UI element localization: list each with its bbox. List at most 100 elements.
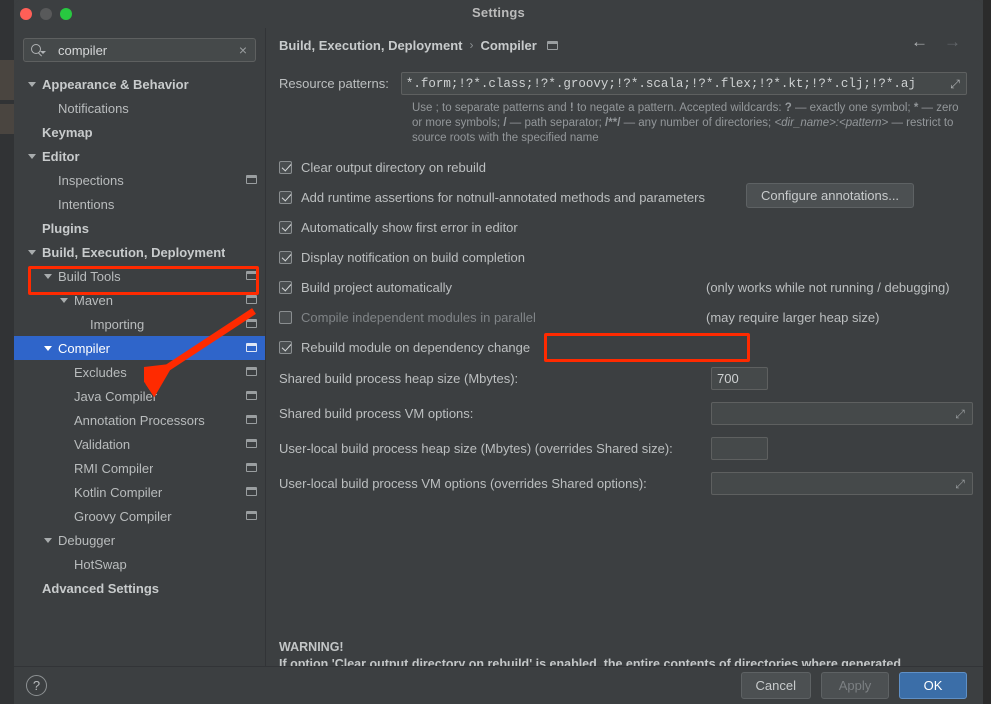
module-icon [246,295,257,304]
sidebar-item-label: Java Compiler [74,389,157,404]
field-input-user-local-build-process-vm[interactable]: ⤢ [711,472,973,495]
sidebar-item-label: Keymap [42,125,93,140]
sidebar-item-kotlin-compiler[interactable]: Kotlin Compiler [14,480,265,504]
field-label: User-local build process VM options (ove… [279,476,647,491]
chevron-down-icon[interactable] [44,346,52,351]
checkbox-row-display-notification-on-build[interactable]: Display notification on build completion [279,246,967,268]
close-icon[interactable]: × [237,43,249,57]
module-icon [246,319,257,328]
sidebar-item-notifications[interactable]: Notifications [14,96,265,120]
sidebar-item-annotation-processors[interactable]: Annotation Processors [14,408,265,432]
expand-icon[interactable]: ⤢ [953,407,967,421]
help-icon[interactable]: ? [26,675,47,696]
sidebar-item-label: Appearance & Behavior [42,77,189,92]
chevron-down-icon[interactable] [28,82,36,87]
resource-patterns-input[interactable]: *.form;!?*.class;!?*.groovy;!?*.scala;!?… [401,72,967,95]
dialog-footer: ? Cancel Apply OK [14,666,983,704]
sidebar-item-rmi-compiler[interactable]: RMI Compiler [14,456,265,480]
ok-button[interactable]: OK [899,672,967,699]
sidebar-item-validation[interactable]: Validation [14,432,265,456]
checkbox-row-clear-output-directory-on[interactable]: Clear output directory on rebuild [279,156,967,178]
checkbox-row-rebuild-module-on-dependency[interactable]: Rebuild module on dependency change [279,336,967,358]
checkbox-icon[interactable] [279,161,292,174]
settings-tree: Appearance & Behavior Notifications Keymap… [14,70,265,666]
checkbox-label: Display notification on build completion [301,250,525,265]
background-right-strip [983,0,991,704]
module-icon [246,175,257,184]
configure-annotations-button[interactable]: Configure annotations... [746,183,914,208]
field-input-shared-build-process-heap-size[interactable]: 700 [711,367,768,390]
field-input-shared-build-process-vm-options[interactable]: ⤢ [711,402,973,425]
field-value: 700 [717,371,739,386]
checkbox-icon[interactable] [279,221,292,234]
breadcrumb-separator-icon: › [469,38,473,52]
checkbox-icon[interactable] [279,341,292,354]
field-row-user-local-build-process-heap: User-local build process heap size (Mbyt… [279,436,967,461]
chevron-down-icon[interactable] [44,274,52,279]
resource-patterns-row: Resource patterns: *.form;!?*.class;!?*.… [279,72,967,95]
checkbox-icon[interactable] [279,311,292,324]
sidebar-item-java-compiler[interactable]: Java Compiler [14,384,265,408]
hint-question: ? [785,102,792,114]
sidebar-item-importing[interactable]: Importing [14,312,265,336]
sidebar-item-inspections[interactable]: Inspections [14,168,265,192]
breadcrumb-parent[interactable]: Build, Execution, Deployment [279,38,462,53]
hint-part-6: — any number of directories; [620,117,774,129]
module-icon [547,41,558,50]
sidebar-item-label: Build Tools [58,269,121,284]
expand-icon[interactable]: ⤢ [953,477,967,491]
checkbox-icon[interactable] [279,191,292,204]
field-label: Shared build process VM options: [279,406,473,421]
sidebar-item-editor[interactable]: Editor [14,144,265,168]
footer-buttons: Cancel Apply OK [741,672,967,699]
resource-patterns-label: Resource patterns: [279,76,389,91]
sidebar-item-hotswap[interactable]: HotSwap [14,552,265,576]
compiler-options-list: Clear output directory on rebuild Add run… [279,156,967,358]
warning-title: WARNING! [279,639,979,656]
forward-arrow-icon: → [944,33,961,50]
checkbox-label: Rebuild module on dependency change [301,340,530,355]
sidebar-item-build-tools[interactable]: Build Tools [14,264,265,288]
field-input-user-local-build-process-heap[interactable] [711,437,768,460]
sidebar-item-label: RMI Compiler [74,461,153,476]
search-input[interactable] [52,43,237,58]
sidebar-item-keymap[interactable]: Keymap [14,120,265,144]
sidebar-item-label: HotSwap [74,557,127,572]
sidebar-item-label: Intentions [58,197,114,212]
sidebar-item-intentions[interactable]: Intentions [14,192,265,216]
breadcrumb: Build, Execution, Deployment › Compiler … [266,28,983,62]
chevron-down-icon [40,51,46,54]
checkbox-icon[interactable] [279,281,292,294]
cancel-button[interactable]: Cancel [741,672,811,699]
background-tone-2 [0,104,14,134]
sidebar-item-plugins[interactable]: Plugins [14,216,265,240]
checkbox-label: Build project automatically [301,280,452,295]
checkbox-icon[interactable] [279,251,292,264]
chevron-down-icon[interactable] [28,154,36,159]
sidebar-item-advanced-settings[interactable]: Advanced Settings [14,576,265,600]
expand-icon[interactable]: ⤢ [948,77,962,91]
search-box[interactable]: × [23,38,256,62]
module-icon [246,271,257,280]
sidebar-item-maven[interactable]: Maven [14,288,265,312]
sidebar-item-appearance-behavior[interactable]: Appearance & Behavior [14,72,265,96]
hint-dirname: <dir_name>:<pattern> [774,117,888,129]
sidebar-item-debugger[interactable]: Debugger [14,528,265,552]
sidebar-item-build-execution-deployment[interactable]: Build, Execution, Deployment [14,240,265,264]
back-arrow-icon[interactable]: ← [911,33,928,50]
checkbox-row-compile-independent-modules-in[interactable]: Compile independent modules in parallel(… [279,306,967,328]
sidebar-item-compiler[interactable]: Compiler [14,336,265,360]
checkbox-row-automatically-show-first-error[interactable]: Automatically show first error in editor [279,216,967,238]
sidebar-item-groovy-compiler[interactable]: Groovy Compiler [14,504,265,528]
field-label: Shared build process heap size (Mbytes): [279,371,518,386]
chevron-down-icon[interactable] [44,538,52,543]
module-icon [246,415,257,424]
checkbox-row-add-runtime-assertions-for[interactable]: Add runtime assertions for notnull-annot… [279,186,967,208]
sidebar-item-label: Importing [90,317,144,332]
checkbox-row-build-project-automatically[interactable]: Build project automatically(only works w… [279,276,967,298]
field-label: User-local build process heap size (Mbyt… [279,441,673,456]
chevron-down-icon[interactable] [60,298,68,303]
sidebar-item-excludes[interactable]: Excludes [14,360,265,384]
hint-part-3: — exactly one symbol; [792,102,914,114]
chevron-down-icon[interactable] [28,250,36,255]
